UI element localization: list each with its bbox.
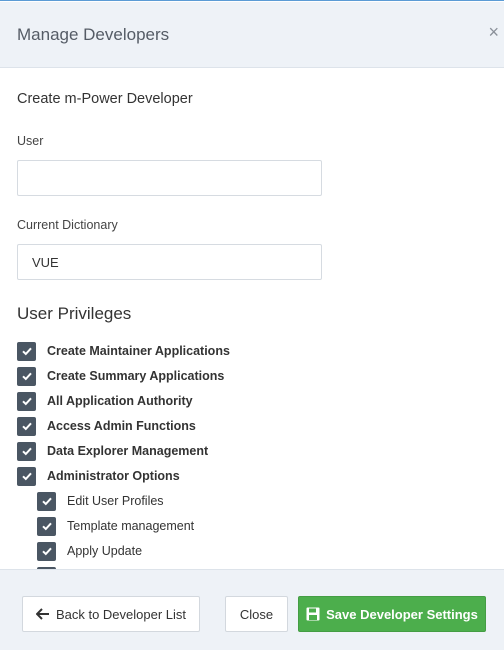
back-button-label: Back to Developer List (55, 606, 187, 622)
user-input[interactable] (17, 160, 322, 196)
privilege-label: Apply Update (67, 544, 143, 558)
manage-developers-modal: Manage Developers × Create m-Power Devel… (0, 0, 504, 650)
privilege-label: Administrator Options (47, 469, 180, 483)
close-button[interactable]: Close (225, 596, 288, 632)
check-icon[interactable] (17, 466, 36, 486)
privilege-label: Template management (67, 519, 195, 533)
privilege-label: Edit User Profiles (67, 494, 164, 508)
check-icon[interactable] (37, 491, 56, 511)
privileges-heading: User Privileges (17, 304, 132, 323)
back-to-developer-list-button[interactable]: Back to Developer List (22, 596, 200, 632)
privilege-apply-update[interactable]: Apply Update (37, 541, 142, 561)
check-icon[interactable] (37, 516, 56, 536)
modal-title: Manage Developers (17, 25, 170, 44)
form-heading: Create m-Power Developer (17, 91, 193, 107)
save-developer-settings-button[interactable]: Save Developer Settings (298, 596, 486, 632)
privilege-label: All Application Authority (47, 394, 193, 408)
close-icon[interactable]: × (488, 22, 499, 43)
dictionary-label: Current Dictionary (17, 218, 118, 232)
privilege-create-maintainer[interactable]: Create Maintainer Applications (17, 341, 230, 361)
check-icon[interactable] (17, 441, 36, 461)
privilege-create-summary[interactable]: Create Summary Applications (17, 366, 224, 386)
modal-footer: Back to Developer List Close Save Develo… (0, 569, 504, 650)
check-icon[interactable] (17, 416, 36, 436)
check-icon[interactable] (17, 341, 36, 361)
privilege-label: Data Explorer Management (47, 444, 209, 458)
privilege-all-application-authority[interactable]: All Application Authority (17, 391, 193, 411)
privilege-data-explorer[interactable]: Data Explorer Management (17, 441, 208, 461)
privilege-template-management[interactable]: Template management (37, 516, 194, 536)
user-label: User (17, 134, 44, 148)
privilege-label: Access Admin Functions (47, 419, 196, 433)
check-icon[interactable] (37, 541, 56, 561)
privilege-access-admin[interactable]: Access Admin Functions (17, 416, 196, 436)
privilege-label: Create Summary Applications (47, 369, 225, 383)
modal-header: Manage Developers × (0, 2, 504, 68)
save-button-label: Save Developer Settings (326, 606, 478, 622)
floppy-disk-icon (306, 607, 320, 621)
check-icon[interactable] (17, 366, 36, 386)
dictionary-input[interactable] (17, 244, 322, 280)
privilege-administrator-options[interactable]: Administrator Options (17, 466, 180, 486)
check-icon[interactable] (17, 391, 36, 411)
privilege-edit-user-profiles[interactable]: Edit User Profiles (37, 491, 164, 511)
privilege-label: Create Maintainer Applications (47, 344, 230, 358)
arrow-left-icon (35, 608, 50, 620)
modal-body: Create m-Power Developer User Current Di… (0, 68, 504, 569)
